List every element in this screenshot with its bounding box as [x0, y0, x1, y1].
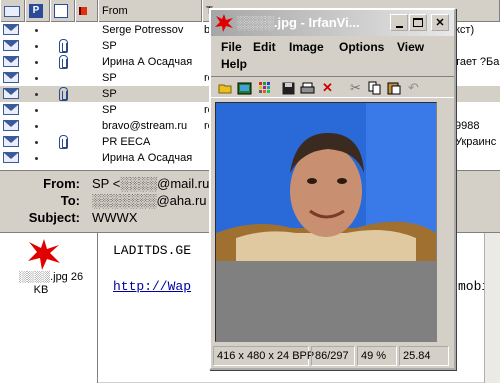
menu-file[interactable]: File — [221, 40, 242, 54]
column-priority[interactable]: P — [25, 0, 50, 22]
irfanview-window: ░░░░.jpg - IrfanVi... ✕ File Edit Image … — [209, 8, 456, 370]
thumbnails-icon[interactable] — [256, 80, 273, 96]
delete-icon[interactable]: ✕ — [319, 80, 336, 96]
priority-dot-icon — [35, 141, 38, 144]
menu-bar: File Edit Image Options View Help — [211, 38, 454, 74]
close-button[interactable]: ✕ — [431, 14, 449, 31]
row-from: SP — [102, 40, 117, 52]
attachment-panel: ░░░░.jpg 26 KB — [0, 233, 98, 383]
row-from: Ирина А Осадчая — [102, 152, 193, 164]
from-label: From: — [43, 176, 80, 191]
minimize-button[interactable] — [390, 14, 408, 31]
row-from: PR EECA — [102, 136, 151, 148]
open-icon[interactable] — [217, 80, 234, 96]
row-subject-tail: 9988 — [455, 120, 480, 132]
preview-link[interactable]: http://Wap — [113, 279, 191, 294]
title-bar[interactable]: ░░░░.jpg - IrfanVi... ✕ — [211, 10, 454, 36]
envelope-icon — [3, 152, 19, 163]
attachment-icon — [59, 39, 68, 53]
row-subject-tail — [455, 70, 500, 86]
flag-icon — [79, 7, 87, 15]
row-from: Ирина А Осадчая — [102, 56, 193, 68]
row-subject-tail: тает ?Ба — [455, 56, 500, 68]
priority-dot-icon — [35, 77, 38, 80]
priority-dot-icon — [35, 157, 38, 160]
preview-text-line: LADITDS.GE — [113, 243, 192, 258]
priority-icon: P — [29, 4, 43, 18]
save-icon[interactable] — [280, 80, 297, 96]
attachment-icon — [59, 87, 68, 101]
cut-icon[interactable]: ✂ — [347, 80, 364, 96]
attachment-size: KB — [33, 284, 49, 296]
print-icon[interactable] — [299, 80, 316, 96]
column-from-label: From — [102, 5, 128, 17]
column-flag[interactable] — [75, 0, 98, 22]
attachment-icon — [59, 135, 68, 149]
subject-value: WWWX — [92, 210, 138, 225]
priority-dot-icon — [35, 109, 38, 112]
priority-dot-icon — [35, 61, 38, 64]
to-label: To: — [60, 193, 80, 208]
envelope-icon — [3, 40, 19, 51]
preview-scrollbar[interactable] — [484, 233, 500, 383]
close-icon: ✕ — [435, 17, 445, 29]
from-value[interactable]: SP <░░░░@mail.ru> — [92, 176, 217, 191]
status-extra: 25.84 — [399, 346, 449, 366]
priority-dot-icon — [35, 29, 38, 32]
column-read[interactable] — [0, 0, 25, 22]
priority-dot-icon — [35, 93, 38, 96]
row-from: bravo@stream.ru — [102, 120, 188, 132]
paste-icon[interactable] — [385, 80, 402, 96]
image-canvas[interactable] — [215, 102, 437, 342]
envelope-icon — [3, 104, 19, 115]
slideshow-icon[interactable] — [236, 80, 253, 96]
attachment-header-icon — [54, 4, 68, 18]
attachment-thumbnail-icon[interactable] — [26, 237, 62, 274]
row-subject-tail — [455, 86, 500, 102]
row-from: SP — [102, 104, 117, 116]
to-value[interactable]: ░░░░░░░@aha.ru — [92, 193, 207, 208]
undo-icon[interactable]: ↶ — [405, 80, 422, 96]
column-from[interactable]: From — [98, 0, 202, 22]
toolbar: ✕ ✂ ↶ — [211, 76, 454, 98]
envelope-icon — [3, 24, 19, 35]
menu-view[interactable]: View — [397, 40, 424, 54]
envelope-icon — [3, 120, 19, 131]
row-subject-tail: кст) — [455, 24, 475, 36]
status-dimensions: 416 x 480 x 24 BPP — [213, 346, 314, 366]
status-position: 86/297 — [311, 346, 355, 366]
menu-help[interactable]: Help — [221, 57, 247, 71]
menu-edit[interactable]: Edit — [253, 40, 276, 54]
row-from: Serge Potressov — [102, 24, 184, 36]
photo-image — [216, 103, 436, 341]
status-bar: 416 x 480 x 24 BPP 86/297 49 % 25.84 — [211, 344, 454, 368]
window-title: ░░░░.jpg - IrfanVi... — [237, 15, 360, 30]
row-from: SP — [102, 88, 117, 100]
subject-label: Subject: — [28, 210, 80, 225]
copy-icon[interactable] — [366, 80, 383, 96]
row-subject-tail: Украинс — [455, 136, 497, 148]
row-subject-tail — [455, 150, 500, 166]
maximize-icon — [413, 18, 423, 27]
attachment-icon — [59, 55, 68, 69]
envelope-icon — [3, 88, 19, 99]
row-subject-tail — [455, 102, 500, 118]
row-subject-tail — [455, 38, 500, 54]
maximize-button[interactable] — [409, 14, 427, 31]
row-from: SP — [102, 72, 117, 84]
minimize-icon — [395, 25, 403, 28]
attachment-name[interactable]: ░░░░.jpg 26 — [6, 271, 96, 283]
status-zoom: 49 % — [357, 346, 397, 366]
menu-options[interactable]: Options — [339, 40, 384, 54]
priority-dot-icon — [35, 45, 38, 48]
envelope-icon — [3, 72, 19, 83]
column-attachment[interactable] — [50, 0, 75, 22]
envelope-icon — [3, 56, 19, 67]
envelope-icon — [3, 136, 19, 147]
irfanview-logo-icon — [214, 13, 234, 36]
priority-dot-icon — [35, 125, 38, 128]
menu-image[interactable]: Image — [289, 40, 324, 54]
envelope-icon — [4, 5, 20, 17]
